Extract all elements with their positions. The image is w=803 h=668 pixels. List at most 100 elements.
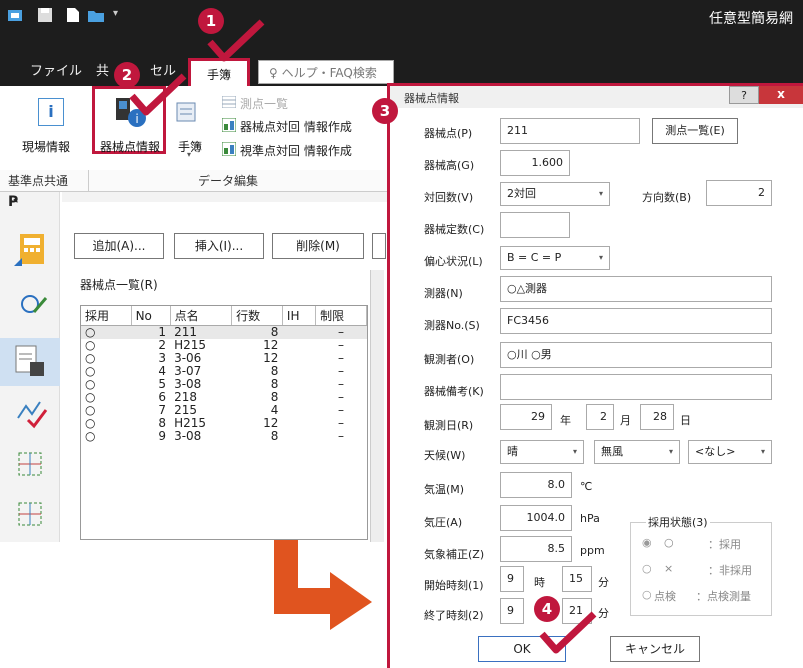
column-header[interactable]: 制限 <box>315 306 367 326</box>
pressure-input[interactable]: 1004.0 <box>500 505 572 531</box>
column-header[interactable]: 点名 <box>170 306 233 326</box>
table-row[interactable]: ○ 5 3-08 8– <box>81 378 367 391</box>
main-top-strip <box>62 192 392 202</box>
table-cell: 1 <box>158 325 167 339</box>
month-input[interactable]: 2 <box>586 404 614 430</box>
sokki-no-input[interactable]: FC3456 <box>500 308 772 334</box>
taikai-label: 対回数(V) <box>424 191 474 204</box>
column-header[interactable]: 採用 <box>81 306 132 326</box>
insert-button[interactable]: 挿入(I)... <box>174 233 264 259</box>
table-row[interactable]: ○ 1 211 8 – <box>81 325 367 339</box>
column-header[interactable]: No <box>131 306 171 326</box>
tab-help-search[interactable]: ♀ ヘルプ・FAQ検索 <box>258 60 394 84</box>
status-radio-adopt[interactable]: ◉ <box>642 536 652 549</box>
henshin-value: B = C = P <box>507 251 562 264</box>
kikaiten-label: 器械点(P) <box>424 127 473 140</box>
pin-icon[interactable]: Ҏ <box>8 194 18 210</box>
table-cell: 3-08 <box>174 429 202 443</box>
sokki-no-label: 測器No.(S) <box>424 319 480 332</box>
dialog-help-button[interactable]: ? <box>729 86 759 104</box>
new-file-icon[interactable] <box>66 8 82 22</box>
network-grid-2-icon[interactable] <box>16 500 46 533</box>
taikai-select[interactable]: 2対回 ▾ <box>500 182 610 206</box>
save-icon[interactable] <box>38 8 54 22</box>
sokuten-list-dialog-button[interactable]: 測点一覧(E) <box>652 118 738 144</box>
app-title: 任意型簡易網 <box>709 11 793 27</box>
correction-input[interactable]: 8.5 <box>500 536 572 562</box>
houkou-label: 方向数(B) <box>642 191 692 204</box>
start-min-input[interactable]: 15 <box>562 566 592 592</box>
list-scrollbar[interactable] <box>370 270 384 542</box>
wind-select[interactable]: 無風 ▾ <box>594 440 680 464</box>
add-button[interactable]: 追加(A)... <box>74 233 164 259</box>
sokki-input[interactable]: ○△測器 <box>500 276 772 302</box>
dialog-close-button[interactable]: x <box>759 86 803 104</box>
table-row[interactable]: ○ 8 H215 12– <box>81 417 367 430</box>
biko-input[interactable] <box>500 374 772 400</box>
shijunten-taisen-button[interactable]: 視準点対回 情報作成 <box>240 142 352 159</box>
temp-input[interactable]: 8.0 <box>500 472 572 498</box>
column-header[interactable]: IH <box>282 306 317 326</box>
quick-access-dropdown-icon[interactable]: ▾ <box>113 8 118 19</box>
houkou-input[interactable]: 2 <box>706 180 772 206</box>
genba-button[interactable]: 現場情報 <box>22 138 70 155</box>
status-opt3-text: ：点検測量 <box>696 590 751 603</box>
start-hour-input[interactable]: 9 <box>500 566 524 592</box>
checkmark-1-icon <box>206 18 266 64</box>
kikaidaka-label: 器械高(G) <box>424 159 475 172</box>
check-chart-icon[interactable] <box>16 398 48 433</box>
status-radio-check[interactable]: ○ <box>642 588 652 601</box>
open-folder-icon[interactable] <box>88 8 104 22</box>
henshin-select[interactable]: B = C = P ▾ <box>500 246 610 270</box>
kansoku-input[interactable]: ○川 ○男 <box>500 342 772 368</box>
more-button[interactable] <box>372 233 386 259</box>
table-cell <box>282 391 315 404</box>
year-unit: 年 <box>560 414 571 427</box>
table-cell <box>282 365 315 378</box>
end-hour-input[interactable]: 9 <box>500 598 524 624</box>
table-row[interactable]: ○ 3 3-06 12– <box>81 352 367 365</box>
kikaiten-list[interactable]: 採用 No 点名 行数 IH 制限 ○ 1 211 8– ○ 2 H215 12– ○ 3 3-06 12– ○ 4… <box>80 305 368 540</box>
year-input[interactable]: 29 <box>500 404 552 430</box>
correction-unit: ppm <box>580 544 605 557</box>
other-select[interactable]: <なし> ▾ <box>688 440 772 464</box>
table-row[interactable]: ○ 2 H215 12– <box>81 339 367 352</box>
end-min-unit: 分 <box>598 607 609 620</box>
delete-button[interactable]: 削除(M) <box>272 233 364 259</box>
column-header[interactable]: 行数 <box>231 306 283 326</box>
day-input[interactable]: 28 <box>640 404 674 430</box>
calculator-icon[interactable] <box>14 232 50 271</box>
status-opt3-mark: 点検 <box>654 590 676 603</box>
teisu-input[interactable] <box>500 212 570 238</box>
temp-unit: ℃ <box>580 480 593 493</box>
table-row[interactable]: ○ 9 3-08 8 – <box>81 430 367 443</box>
weather-select[interactable]: 晴 ▾ <box>500 440 584 464</box>
sokuten-list-button[interactable]: 測点一覧 <box>240 95 288 112</box>
other-value: <なし> <box>695 445 736 458</box>
point-edit-icon[interactable] <box>18 290 48 323</box>
group-label-data: データ編集 <box>198 174 259 188</box>
kikaiten-input[interactable]: 211 <box>500 118 640 144</box>
kikaiten-info-button[interactable]: 器械点情報 <box>100 138 160 155</box>
teisu-label: 器械定数(C) <box>424 223 485 236</box>
cancel-button[interactable]: キャンセル <box>610 636 700 662</box>
tab-file[interactable]: ファイル <box>20 60 92 84</box>
table-row[interactable]: ○ 4 3-07 8– <box>81 365 367 378</box>
table-row[interactable]: ○ 6 218 8– <box>81 391 367 404</box>
status-opt2-mark: × <box>664 562 674 575</box>
group-divider <box>88 170 89 192</box>
kikaiten-taisen-button[interactable]: 器械点対回 情報作成 <box>240 118 352 135</box>
chevron-down-icon: ▾ <box>598 189 603 198</box>
pressure-unit: hPa <box>580 512 600 525</box>
techo-dropdown-icon[interactable]: ▾ <box>187 150 191 159</box>
taikai-value: 2対回 <box>507 187 536 200</box>
table-cell <box>282 352 315 365</box>
table-cell: – <box>338 429 345 443</box>
kansoku-label: 観測者(O) <box>424 353 475 366</box>
network-grid-icon[interactable] <box>16 450 46 483</box>
checkmark-4-icon <box>538 610 598 656</box>
kikaidaka-input[interactable]: 1.600 <box>500 150 570 176</box>
weather-label: 天候(W) <box>424 449 466 462</box>
table-row[interactable]: ○ 7 215 4– <box>81 404 367 417</box>
status-radio-reject[interactable]: ○ <box>642 562 652 575</box>
